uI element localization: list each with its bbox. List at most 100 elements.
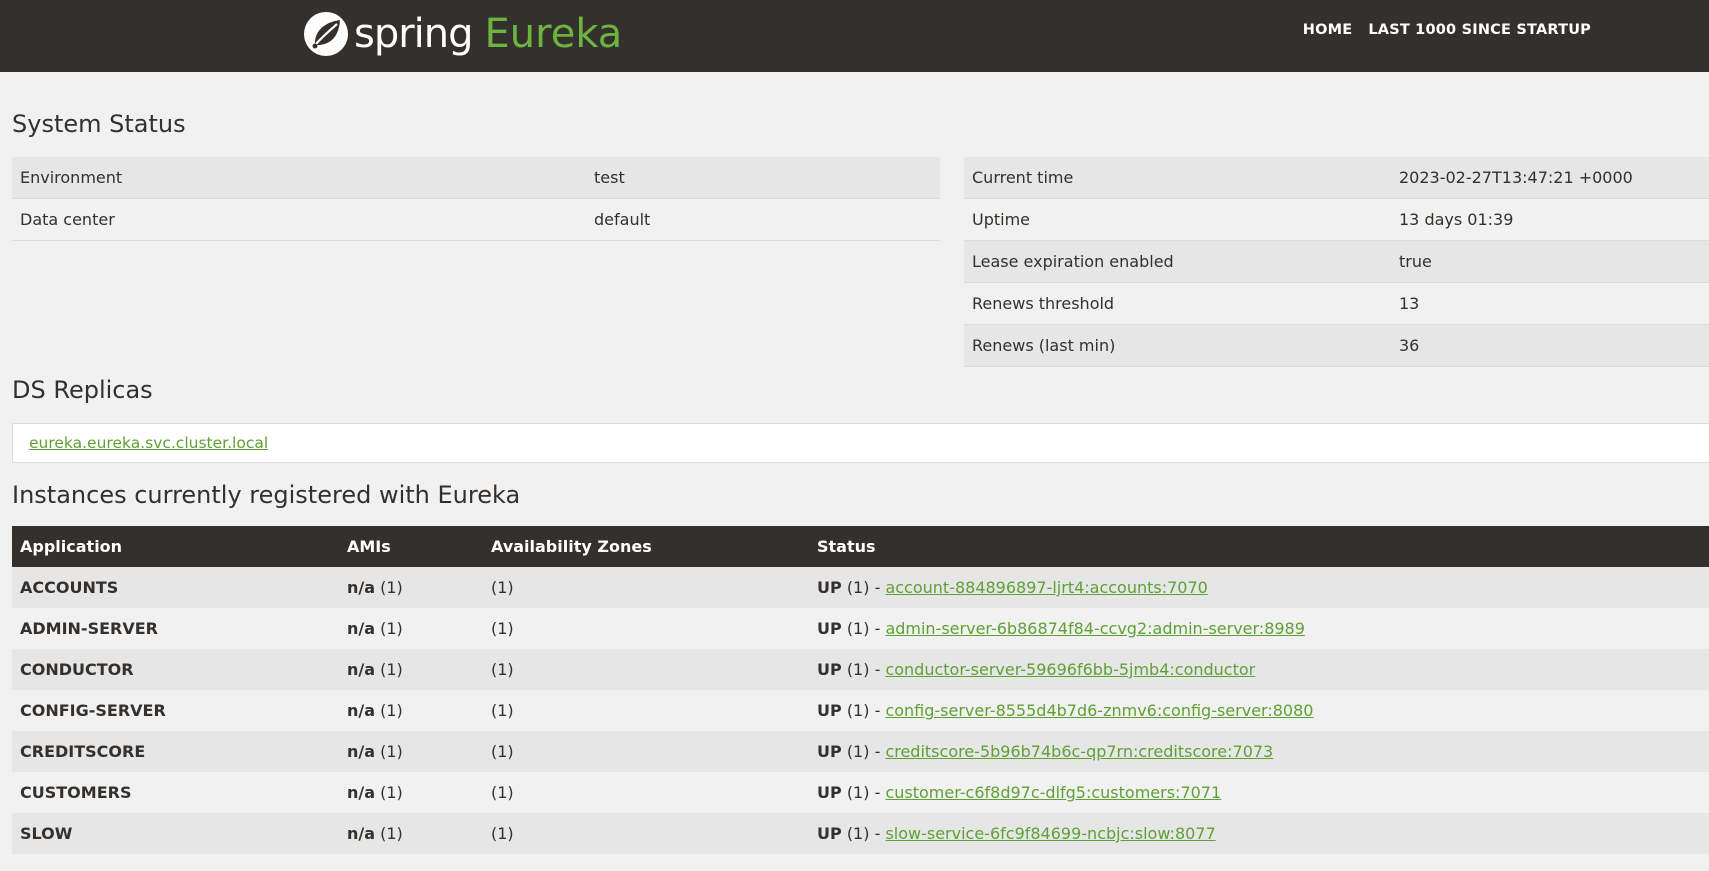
table-row: CONFIG-SERVER n/a (1) (1) UP (1) - confi…: [12, 690, 1709, 731]
status-label: UP: [817, 783, 842, 802]
ami-count: (1): [380, 660, 403, 679]
ami-cell: n/a (1): [339, 690, 483, 731]
status-key: Uptime: [964, 198, 1391, 241]
status-key: Environment: [12, 157, 586, 199]
status-cell: UP (1) - account-884896897-ljrt4:account…: [809, 567, 1709, 608]
status-row-lease-expiration: Lease expiration enabled true: [964, 240, 1709, 283]
status-value: 13: [1391, 282, 1709, 325]
status-label: UP: [817, 742, 842, 761]
col-header-zones: Availability Zones: [483, 526, 809, 567]
application-name: CONFIG-SERVER: [12, 690, 339, 731]
status-key: Renews threshold: [964, 282, 1391, 325]
ami-label: n/a: [347, 660, 376, 679]
status-row-renews-last-min: Renews (last min) 36: [964, 324, 1709, 367]
system-status-left-table: Environment test Data center default: [12, 157, 940, 241]
instances-table: Application AMIs Availability Zones Stat…: [12, 526, 1709, 854]
status-row-uptime: Uptime 13 days 01:39: [964, 198, 1709, 241]
status-cell: UP (1) - creditscore-5b96b74b6c-qp7rn:cr…: [809, 731, 1709, 772]
status-count: (1) -: [846, 783, 881, 802]
ami-label: n/a: [347, 701, 376, 720]
instance-link[interactable]: conductor-server-59696f6bb-5jmb4:conduct…: [885, 660, 1255, 679]
ami-count: (1): [380, 824, 403, 843]
nav-links: HOME LAST 1000 SINCE STARTUP: [1303, 22, 1591, 38]
ami-count: (1): [380, 783, 403, 802]
status-key: Lease expiration enabled: [964, 240, 1391, 283]
application-name: CONDUCTOR: [12, 649, 339, 690]
ami-cell: n/a (1): [339, 772, 483, 813]
zones-cell: (1): [483, 813, 809, 854]
status-value: 2023-02-27T13:47:21 +0000: [1391, 157, 1709, 199]
instances-title: Instances currently registered with Eure…: [12, 481, 521, 509]
status-key: Renews (last min): [964, 324, 1391, 367]
instance-link[interactable]: account-884896897-ljrt4:accounts:7070: [885, 578, 1207, 597]
ami-count: (1): [380, 742, 403, 761]
table-row: ACCOUNTS n/a (1) (1) UP (1) - account-88…: [12, 567, 1709, 608]
instance-link[interactable]: admin-server-6b86874f84-ccvg2:admin-serv…: [885, 619, 1304, 638]
nav-last1000-link[interactable]: LAST 1000 SINCE STARTUP: [1368, 22, 1591, 38]
instance-link[interactable]: slow-service-6fc9f84699-ncbjc:slow:8077: [885, 824, 1215, 843]
status-row-environment: Environment test: [12, 157, 940, 199]
brand-logo[interactable]: spring Eureka: [302, 8, 622, 60]
ami-count: (1): [380, 578, 403, 597]
status-label: UP: [817, 701, 842, 720]
ami-cell: n/a (1): [339, 608, 483, 649]
status-cell: UP (1) - conductor-server-59696f6bb-5jmb…: [809, 649, 1709, 690]
ami-cell: n/a (1): [339, 813, 483, 854]
status-cell: UP (1) - customer-c6f8d97c-dlfg5:custome…: [809, 772, 1709, 813]
system-status-right-table: Current time 2023-02-27T13:47:21 +0000 U…: [964, 157, 1709, 367]
application-name: ACCOUNTS: [12, 567, 339, 608]
status-label: UP: [817, 660, 842, 679]
status-label: UP: [817, 619, 842, 638]
status-cell: UP (1) - slow-service-6fc9f84699-ncbjc:s…: [809, 813, 1709, 854]
zones-cell: (1): [483, 690, 809, 731]
status-label: UP: [817, 824, 842, 843]
status-count: (1) -: [846, 578, 881, 597]
ami-label: n/a: [347, 619, 376, 638]
brand-spring-text: spring: [354, 11, 474, 57]
status-cell: UP (1) - config-server-8555d4b7d6-znmv6:…: [809, 690, 1709, 731]
ami-label: n/a: [347, 742, 376, 761]
status-count: (1) -: [846, 701, 881, 720]
zones-cell: (1): [483, 567, 809, 608]
instance-link[interactable]: config-server-8555d4b7d6-znmv6:config-se…: [885, 701, 1313, 720]
zones-cell: (1): [483, 772, 809, 813]
application-name: CUSTOMERS: [12, 772, 339, 813]
status-count: (1) -: [846, 619, 881, 638]
status-label: UP: [817, 578, 842, 597]
status-key: Current time: [964, 157, 1391, 199]
instances-header-row: Application AMIs Availability Zones Stat…: [12, 526, 1709, 567]
ds-replicas-box: eureka.eureka.svc.cluster.local: [12, 423, 1709, 463]
brand-eureka-text: Eureka: [484, 11, 623, 57]
ami-label: n/a: [347, 783, 376, 802]
instance-link[interactable]: creditscore-5b96b74b6c-qp7rn:creditscore…: [885, 742, 1273, 761]
spring-leaf-icon: [304, 12, 348, 56]
ami-count: (1): [380, 619, 403, 638]
ami-cell: n/a (1): [339, 567, 483, 608]
top-navbar: spring Eureka HOME LAST 1000 SINCE START…: [0, 0, 1709, 72]
zones-cell: (1): [483, 731, 809, 772]
instance-link[interactable]: customer-c6f8d97c-dlfg5:customers:7071: [885, 783, 1221, 802]
status-value: 36: [1391, 324, 1709, 367]
table-row: CONDUCTOR n/a (1) (1) UP (1) - conductor…: [12, 649, 1709, 690]
table-row: CREDITSCORE n/a (1) (1) UP (1) - credits…: [12, 731, 1709, 772]
ami-cell: n/a (1): [339, 649, 483, 690]
status-value: default: [586, 198, 940, 241]
col-header-status: Status: [809, 526, 1709, 567]
status-key: Data center: [12, 198, 586, 241]
status-value: 13 days 01:39: [1391, 198, 1709, 241]
status-value: test: [586, 157, 940, 199]
replica-link[interactable]: eureka.eureka.svc.cluster.local: [29, 434, 268, 452]
status-row-renews-threshold: Renews threshold 13: [964, 282, 1709, 325]
col-header-amis: AMIs: [339, 526, 483, 567]
table-row: ADMIN-SERVER n/a (1) (1) UP (1) - admin-…: [12, 608, 1709, 649]
nav-home-link[interactable]: HOME: [1303, 22, 1353, 38]
status-row-current-time: Current time 2023-02-27T13:47:21 +0000: [964, 157, 1709, 199]
status-cell: UP (1) - admin-server-6b86874f84-ccvg2:a…: [809, 608, 1709, 649]
application-name: CREDITSCORE: [12, 731, 339, 772]
status-count: (1) -: [846, 660, 881, 679]
status-count: (1) -: [846, 742, 881, 761]
ami-label: n/a: [347, 578, 376, 597]
zones-cell: (1): [483, 608, 809, 649]
status-value: true: [1391, 240, 1709, 283]
status-count: (1) -: [846, 824, 881, 843]
